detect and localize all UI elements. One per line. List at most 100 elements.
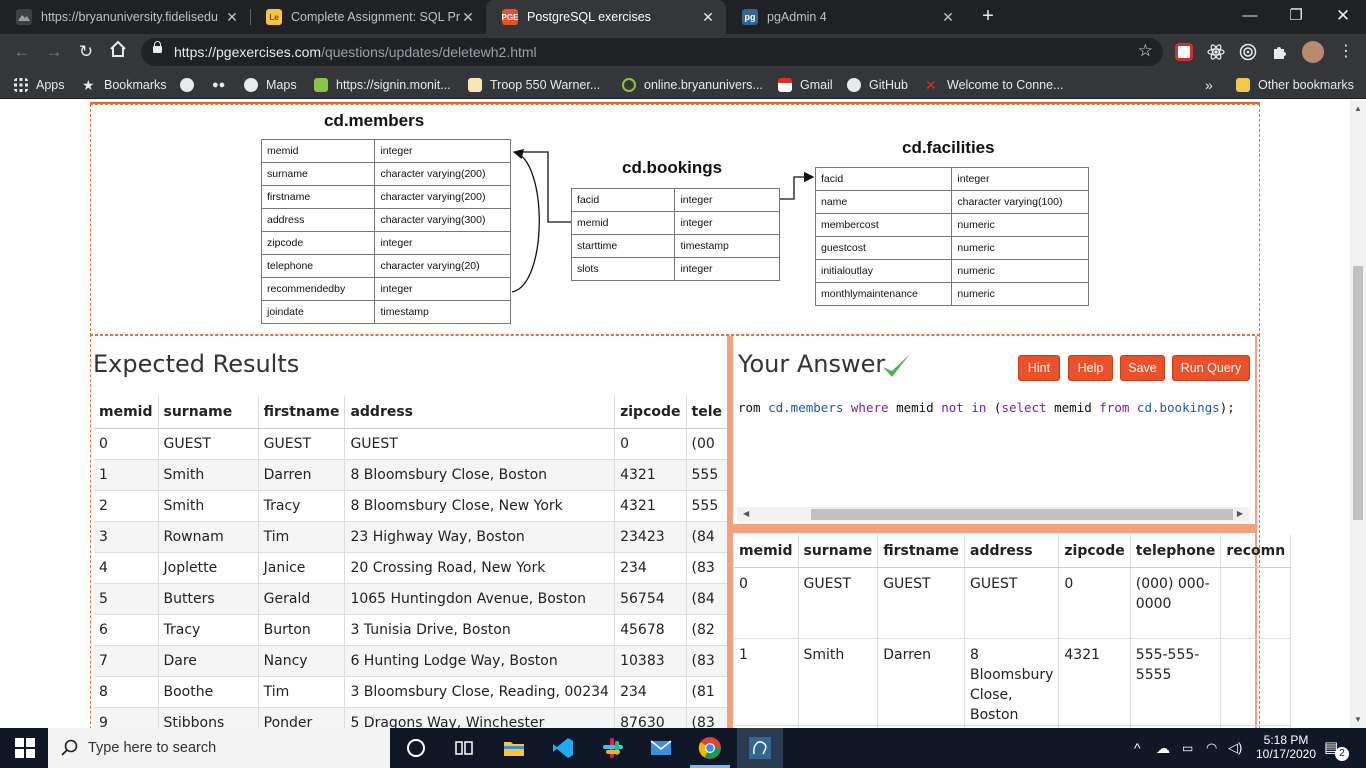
- table-cell: 45678: [614, 614, 687, 646]
- table-cell: Smith: [158, 459, 259, 491]
- wifi-icon[interactable]: ◠: [1206, 728, 1217, 768]
- slack-icon[interactable]: [601, 736, 625, 760]
- cortana-icon[interactable]: [404, 736, 428, 760]
- close-window-button[interactable]: ✕: [1320, 0, 1366, 34]
- address-bar[interactable]: https://pgexercises.com/questions/update…: [141, 38, 1163, 66]
- column-header: surname: [798, 535, 879, 568]
- tab-pgadmin[interactable]: pg pgAdmin 4 ✕: [726, 0, 966, 34]
- globe-icon: [180, 78, 194, 92]
- chrome-icon[interactable]: [698, 736, 722, 760]
- profile-avatar[interactable]: [1302, 41, 1324, 63]
- table-cell: 7: [94, 645, 159, 677]
- editor-horizontal-scrollbar[interactable]: ◀ ▶: [737, 507, 1249, 522]
- back-button[interactable]: ←: [10, 40, 34, 64]
- table-cell: 4: [94, 552, 159, 584]
- table-cell: (84: [686, 583, 728, 615]
- table-cell: 1065 Huntingdon Avenue, Boston: [344, 583, 616, 615]
- react-devtools-icon[interactable]: [1207, 43, 1225, 61]
- menu-icon[interactable]: ⋮: [1334, 40, 1358, 64]
- close-icon[interactable]: ✕: [940, 9, 956, 26]
- volume-icon[interactable]: ◁): [1228, 728, 1242, 768]
- mail-icon[interactable]: [649, 736, 673, 760]
- tray-chevron-icon[interactable]: ^: [1134, 728, 1141, 768]
- table-row: 2 Smith Tracy 8 Bloomsbury Close, New York 4…: [94, 490, 728, 522]
- tab-bryan-university[interactable]: https://bryanuniversity.fidelisedu ✕: [0, 0, 250, 34]
- table-cell: (84: [686, 521, 728, 553]
- vscode-icon[interactable]: [551, 736, 575, 760]
- scrollbar-thumb[interactable]: [1353, 266, 1363, 520]
- scrollbar-thumb[interactable]: [811, 509, 1233, 520]
- tab-complete-assignment[interactable]: Le Complete Assignment: SQL Practi ✕: [250, 0, 486, 34]
- help-button[interactable]: Help: [1068, 355, 1113, 381]
- bookmark-label: Other bookmarks: [1258, 78, 1354, 92]
- close-icon[interactable]: ✕: [460, 9, 476, 26]
- tab-postgresql-exercises[interactable]: PGE PostgreSQL exercises ✕: [486, 0, 726, 34]
- bookmark-globe[interactable]: [180, 75, 202, 95]
- bookmark-github[interactable]: GitHub: [847, 75, 908, 95]
- extension-red-icon[interactable]: [1175, 43, 1193, 61]
- bookmark-gmail[interactable]: Gmail: [778, 75, 833, 95]
- bookmark-label: Welcome to Conne...: [947, 78, 1064, 92]
- globe-icon: [244, 78, 258, 92]
- sql-editor[interactable]: rom cd.members where memid not in (selec…: [737, 394, 1249, 522]
- expected-results-table: memid surname firstname address zipcode tele …: [94, 396, 728, 728]
- gmail-icon: [778, 78, 792, 92]
- close-icon[interactable]: ✕: [224, 9, 240, 26]
- bookmark-group[interactable]: ●●: [212, 75, 234, 95]
- pgadmin-taskbar-button[interactable]: [737, 728, 783, 768]
- page-vertical-scrollbar[interactable]: ▲ ▼: [1350, 100, 1366, 728]
- minimize-button[interactable]: —: [1227, 0, 1273, 34]
- table-row: 1 Smith Darren 8 Bloomsbury Close, Boston 43…: [734, 638, 1292, 726]
- column-header: recomn: [1220, 535, 1292, 568]
- table-cell: 4321: [614, 459, 687, 491]
- editor-results-splitter[interactable]: [733, 524, 1257, 533]
- windows-start-icon[interactable]: [13, 736, 37, 760]
- hint-button[interactable]: Hint: [1018, 355, 1060, 381]
- bookmark-maps[interactable]: Maps: [244, 75, 297, 95]
- table-cell: Tim: [258, 521, 346, 553]
- table-cell: Nancy: [258, 645, 346, 677]
- tab-title: https://bryanuniversity.fidelisedu: [41, 10, 218, 24]
- file-explorer-icon[interactable]: [502, 736, 526, 760]
- save-button[interactable]: Save: [1120, 355, 1165, 381]
- bookmark-welcome-conne[interactable]: ✕ Welcome to Conne...: [925, 75, 1064, 95]
- bookmark-signin-monit[interactable]: https://signin.monit...: [314, 75, 451, 95]
- bookmark-troop-550[interactable]: Troop 550 Warner...: [468, 75, 600, 95]
- battery-icon[interactable]: ▭: [1182, 728, 1193, 768]
- target-extension-icon[interactable]: [1239, 43, 1257, 61]
- swirl-icon: [622, 78, 636, 92]
- close-icon[interactable]: ✕: [700, 9, 716, 26]
- restore-button[interactable]: ❐: [1273, 0, 1319, 34]
- table-cell: 0: [734, 567, 799, 639]
- extensions-puzzle-icon[interactable]: [1271, 43, 1289, 61]
- other-bookmarks[interactable]: Other bookmarks: [1236, 75, 1354, 95]
- table-cell: Ponder: [258, 707, 346, 728]
- home-button[interactable]: [106, 40, 130, 64]
- bookmarks-bar: Apps ★ Bookmarks ●● Maps https://signin.…: [0, 70, 1366, 99]
- table-cell: 1: [734, 638, 799, 726]
- clock[interactable]: 5:18 PM 10/17/2020: [1254, 733, 1318, 761]
- bookmarks-overflow[interactable]: »: [1205, 75, 1213, 95]
- reload-button[interactable]: ↻: [74, 40, 98, 64]
- table-cell: Boothe: [158, 676, 259, 708]
- bookmark-bookmarks[interactable]: ★ Bookmarks: [82, 75, 167, 95]
- notifications-icon[interactable]: ▤: [1324, 728, 1338, 768]
- bookmark-online-bryan[interactable]: online.bryanunivers...: [622, 75, 763, 95]
- bookmark-apps[interactable]: Apps: [14, 75, 65, 95]
- table-cell: (00: [686, 428, 728, 460]
- table-cell: 0: [1058, 567, 1131, 639]
- task-view-icon[interactable]: [452, 736, 476, 760]
- table-cell: Dare: [158, 645, 259, 677]
- bookmark-star-icon[interactable]: ☆: [1138, 41, 1153, 61]
- table-row: 7 Dare Nancy 6 Hunting Lodge Way, Boston 103…: [94, 645, 728, 677]
- new-tab-button[interactable]: +: [976, 4, 1000, 28]
- forward-button[interactable]: →: [42, 40, 66, 64]
- table-cell: 6 Hunting Lodge Way, Boston: [344, 645, 616, 677]
- onedrive-icon[interactable]: ☁: [1156, 728, 1170, 768]
- troop-icon: [468, 78, 482, 92]
- table-cell: 555: [686, 459, 728, 491]
- run-query-button[interactable]: Run Query: [1172, 355, 1250, 381]
- taskbar-search[interactable]: Type here to search: [48, 728, 390, 768]
- bookmark-label: https://signin.monit...: [336, 78, 451, 92]
- table-cell: GUEST: [964, 567, 1060, 639]
